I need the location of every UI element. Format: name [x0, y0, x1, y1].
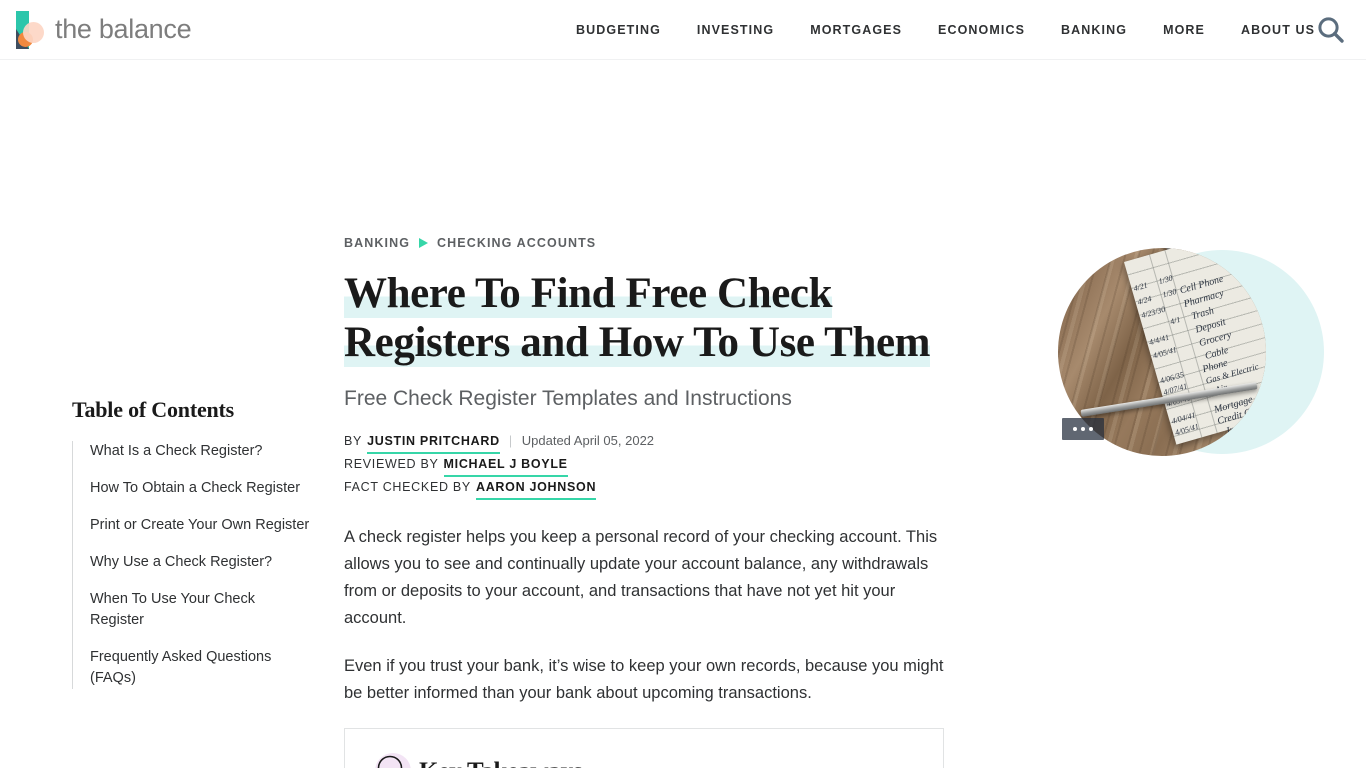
byline-divider: |: [508, 434, 513, 448]
page-title-text: Where To Find Free Check Registers and H…: [344, 270, 931, 367]
brand-name: the balance: [55, 14, 192, 44]
nav-item-mortgages[interactable]: MORTGAGES: [792, 23, 920, 37]
toc-list: What Is a Check Register? How To Obtain …: [72, 441, 310, 689]
article: BANKING CHECKING ACCOUNTS Where To Find …: [344, 60, 944, 768]
breadcrumb-item-checking-accounts[interactable]: CHECKING ACCOUNTS: [437, 236, 596, 250]
list-item: Print or Create Your Own Register: [90, 515, 310, 536]
byline-fact-checked-label: FACT CHECKED BY: [344, 480, 471, 494]
site-logo-link[interactable]: the balance: [14, 10, 192, 49]
byline-author-row: BY JUSTIN PRITCHARD | Updated April 05, …: [344, 430, 944, 454]
key-takeaways-box: Key Takeaways A check register can take …: [344, 728, 944, 768]
breadcrumb-item-banking[interactable]: BANKING: [344, 236, 410, 250]
nav-item-budgeting[interactable]: BUDGETING: [558, 23, 679, 37]
author-link[interactable]: JUSTIN PRITCHARD: [367, 431, 500, 454]
nav-item-investing[interactable]: INVESTING: [679, 23, 792, 37]
article-paragraph-2: Even if you trust your bank, it’s wise t…: [344, 657, 944, 702]
toc-item-when-to-use-your-check-register[interactable]: When To Use Your Check Register: [90, 589, 310, 631]
list-item: Why Use a Check Register?: [90, 552, 310, 573]
byline: BY JUSTIN PRITCHARD | Updated April 05, …: [344, 430, 944, 500]
main-navigation: BUDGETING INVESTING MORTGAGES ECONOMICS …: [558, 0, 1333, 60]
site-header: the balance BUDGETING INVESTING MORTGAGE…: [0, 0, 1366, 60]
more-options-icon[interactable]: [1062, 418, 1104, 440]
balance-logo-icon: [14, 10, 46, 49]
list-item: How To Obtain a Check Register: [90, 478, 310, 499]
list-item: Frequently Asked Questions (FAQs): [90, 647, 310, 689]
table-of-contents: Table of Contents What Is a Check Regist…: [72, 397, 310, 705]
fact-checker-link[interactable]: AARON JOHNSON: [475, 477, 597, 500]
toc-heading: Table of Contents: [72, 397, 235, 422]
byline-by-label: BY: [344, 434, 363, 448]
page-body: Table of Contents What Is a Check Regist…: [0, 60, 1366, 768]
page-subtitle: Free Check Register Templates and Instru…: [344, 387, 792, 410]
magnifying-glass-icon: [369, 751, 411, 768]
key-takeaways-title: Key Takeaways: [419, 758, 583, 768]
breadcrumb: BANKING CHECKING ACCOUNTS: [344, 60, 944, 250]
byline-reviewed-label: REVIEWED BY: [344, 457, 439, 471]
toc-item-how-to-obtain-a-check-register[interactable]: How To Obtain a Check Register: [90, 478, 310, 499]
key-takeaways-header: Key Takeaways: [369, 751, 919, 768]
hero-image: 4/21 1/30 4/24 1/30 Cell Phone 4/23/30 Pharm…: [1046, 246, 1324, 458]
caret-right-icon: [419, 238, 429, 248]
updated-date: Updated April 05, 2022: [521, 433, 655, 448]
toc-item-print-or-create-your-own-register[interactable]: Print or Create Your Own Register: [90, 515, 310, 536]
search-button[interactable]: [1312, 11, 1350, 49]
article-paragraph-1: A check register helps you keep a person…: [344, 528, 938, 627]
hero-photo: 4/21 1/30 4/24 1/30 Cell Phone 4/23/30 Pharm…: [1046, 246, 1298, 458]
nav-item-more[interactable]: MORE: [1145, 23, 1223, 37]
toc-item-frequently-asked-questions[interactable]: Frequently Asked Questions (FAQs): [90, 647, 310, 689]
page-title: Where To Find Free Check Registers and H…: [344, 269, 944, 367]
list-item: When To Use Your Check Register: [90, 589, 310, 631]
list-item: What Is a Check Register?: [90, 441, 310, 462]
byline-fact-checker-row: FACT CHECKED BY AARON JOHNSON: [344, 477, 944, 500]
byline-reviewer-row: REVIEWED BY MICHAEL J BOYLE: [344, 454, 944, 477]
toc-item-what-is-a-check-register[interactable]: What Is a Check Register?: [90, 441, 310, 462]
nav-item-economics[interactable]: ECONOMICS: [920, 23, 1043, 37]
search-icon: [1318, 17, 1344, 43]
toc-item-why-use-a-check-register[interactable]: Why Use a Check Register?: [90, 552, 310, 573]
nav-item-banking[interactable]: BANKING: [1043, 23, 1145, 37]
reviewer-link[interactable]: MICHAEL J BOYLE: [443, 454, 568, 477]
